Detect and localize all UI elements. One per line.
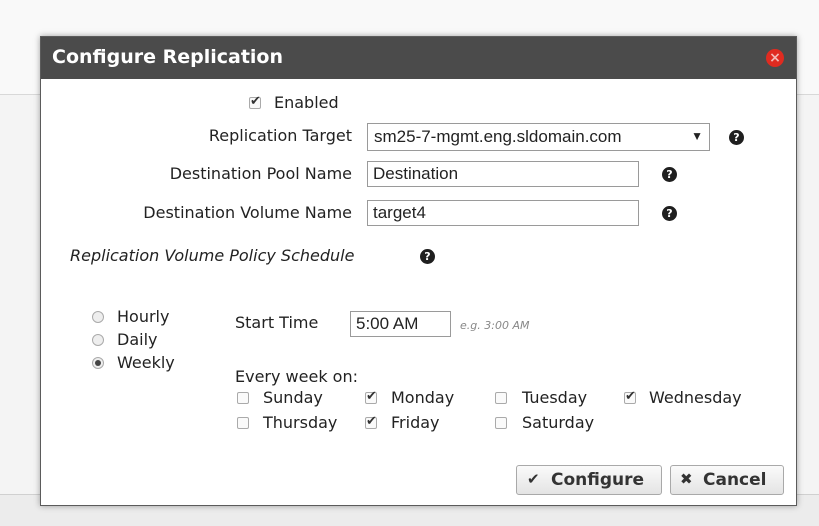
- close-glyph: ×: [769, 50, 781, 66]
- help-icon[interactable]: ?: [662, 206, 677, 221]
- replication-target-value: sm25-7-mgmt.eng.sldomain.com: [374, 127, 622, 146]
- destination-pool-label: Destination Pool Name: [169, 164, 352, 183]
- replication-target-label: Replication Target: [208, 126, 352, 145]
- help-icon[interactable]: ?: [662, 167, 677, 182]
- destination-pool-input[interactable]: [367, 161, 639, 187]
- day-thursday-label: Thursday: [263, 413, 338, 432]
- radio-daily-label: Daily: [117, 330, 158, 349]
- day-wednesday-label: Wednesday: [649, 388, 742, 407]
- day-wednesday-checkbox[interactable]: [624, 389, 636, 404]
- day-tuesday-label: Tuesday: [522, 388, 588, 407]
- start-time-label: Start Time: [235, 313, 319, 332]
- configure-button[interactable]: ✔ Configure: [516, 465, 662, 495]
- radio-weekly-label: Weekly: [117, 353, 175, 372]
- day-sunday-label: Sunday: [263, 388, 323, 407]
- dialog-title: Configure Replication: [52, 46, 284, 68]
- configure-button-label: Configure: [551, 470, 645, 490]
- radio-weekly[interactable]: [92, 357, 104, 369]
- enabled-label: Enabled: [274, 93, 339, 112]
- cancel-button-label: Cancel: [703, 470, 767, 490]
- close-icon[interactable]: ×: [766, 49, 784, 67]
- radio-daily[interactable]: [92, 334, 104, 346]
- day-thursday-checkbox[interactable]: [237, 417, 249, 429]
- start-time-hint: e.g. 3:00 AM: [460, 319, 530, 332]
- day-tuesday-checkbox[interactable]: [495, 392, 507, 404]
- checkmark-icon: ✔: [527, 470, 540, 488]
- day-saturday-checkbox[interactable]: [495, 417, 507, 429]
- cancel-button[interactable]: ✖ Cancel: [670, 465, 784, 495]
- chevron-down-icon: ▼: [691, 129, 703, 143]
- start-time-input[interactable]: [350, 311, 451, 337]
- radio-hourly-label: Hourly: [117, 307, 170, 326]
- day-monday-checkbox[interactable]: [365, 389, 377, 404]
- day-sunday-checkbox[interactable]: [237, 392, 249, 404]
- replication-target-select[interactable]: sm25-7-mgmt.eng.sldomain.com ▼: [367, 123, 710, 151]
- day-saturday-label: Saturday: [522, 413, 595, 432]
- every-week-label: Every week on:: [235, 367, 358, 386]
- help-icon[interactable]: ?: [420, 249, 435, 264]
- destination-volume-label: Destination Volume Name: [143, 203, 352, 222]
- day-monday-label: Monday: [391, 388, 455, 407]
- schedule-heading: Replication Volume Policy Schedule: [70, 246, 355, 265]
- radio-hourly[interactable]: [92, 311, 104, 323]
- destination-volume-input[interactable]: [367, 200, 639, 226]
- dialog-titlebar: Configure Replication ×: [41, 37, 796, 79]
- day-friday-label: Friday: [391, 413, 440, 432]
- cancel-icon: ✖: [680, 470, 693, 488]
- enabled-checkbox[interactable]: [249, 94, 261, 109]
- day-friday-checkbox[interactable]: [365, 414, 377, 429]
- help-icon[interactable]: ?: [729, 130, 744, 145]
- configure-replication-dialog: Configure Replication × Enabled Replicat…: [40, 36, 797, 506]
